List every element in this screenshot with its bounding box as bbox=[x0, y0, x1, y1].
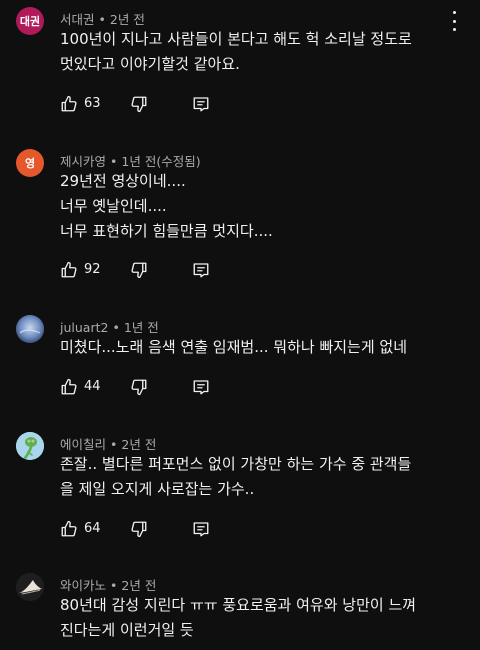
like-count: 44 bbox=[84, 379, 101, 394]
separator-dot: • bbox=[98, 12, 106, 27]
comment-actions: 92 bbox=[60, 261, 260, 283]
avatar-image bbox=[16, 432, 44, 460]
avatar[interactable] bbox=[16, 432, 44, 460]
thumbs-up-icon[interactable] bbox=[60, 378, 78, 396]
comment-line: 80년대 감성 지린다 ㅠㅠ 풍요로움과 여유와 낭만이 느껴 bbox=[60, 596, 417, 614]
comment-meta: juluart2 • 1년 전 bbox=[60, 317, 159, 336]
avatar-initials: 영 bbox=[24, 157, 36, 170]
comment-line: 진다는게 이런거일 듯 bbox=[60, 621, 194, 639]
thumbs-down-icon[interactable] bbox=[130, 520, 148, 538]
avatar-initials: 대권 bbox=[19, 15, 41, 28]
reply-icon[interactable] bbox=[192, 261, 210, 279]
avatar[interactable]: 영 bbox=[16, 149, 44, 177]
comment-time[interactable]: 1년 전(수정됨) bbox=[121, 154, 200, 169]
thumbs-down-icon[interactable] bbox=[130, 95, 148, 113]
separator-dot: • bbox=[110, 578, 118, 593]
author-name[interactable]: 와이카노 bbox=[60, 578, 106, 593]
like-count: 63 bbox=[84, 96, 101, 111]
avatar-image bbox=[16, 315, 44, 343]
author-name[interactable]: juluart2 bbox=[60, 320, 108, 335]
like-count: 92 bbox=[84, 262, 101, 277]
reply-icon[interactable] bbox=[192, 520, 210, 538]
comment-actions: 63 bbox=[60, 95, 260, 117]
comment-text: 미쳤다...노래 음색 연출 임재범... 뭐하나 빠지는게 없네 bbox=[60, 335, 460, 360]
comment-meta: 에이칠리 • 2년 전 bbox=[60, 434, 156, 453]
thumbs-down-icon[interactable] bbox=[130, 378, 148, 396]
comment-text: 100년이 지나고 사람들이 본다고 해도 헉 소리날 정도로 멋있다고 이야기… bbox=[60, 27, 460, 77]
separator-dot: • bbox=[112, 320, 120, 335]
separator-dot: • bbox=[110, 437, 118, 452]
comment-line: 미쳤다...노래 음색 연출 임재범... 뭐하나 빠지는게 없네 bbox=[60, 338, 408, 356]
separator-dot: • bbox=[110, 154, 118, 169]
reply-icon[interactable] bbox=[192, 378, 210, 396]
comment-line: 너무 표현하기 힘들만큼 멋지다.... bbox=[60, 222, 273, 240]
comment-line: 존잘.. 별다른 퍼포먼스 없이 가창만 하는 가수 중 관객들 bbox=[60, 455, 412, 473]
comment-text: 존잘.. 별다른 퍼포먼스 없이 가창만 하는 가수 중 관객들 을 제일 오지… bbox=[60, 452, 460, 502]
comment-line: 너무 옛날인데.... bbox=[60, 197, 167, 215]
comment-line: 29년전 영상이네.... bbox=[60, 172, 186, 190]
comment-meta: 서대권 • 2년 전 bbox=[60, 9, 145, 28]
comment-line: 100년이 지나고 사람들이 본다고 해도 헉 소리날 정도로 bbox=[60, 30, 412, 48]
comment-meta: 와이카노 • 2년 전 bbox=[60, 575, 156, 594]
author-name[interactable]: 에이칠리 bbox=[60, 437, 106, 452]
like-count: 64 bbox=[84, 521, 101, 536]
comment-time[interactable]: 2년 전 bbox=[121, 578, 156, 593]
comment-time[interactable]: 2년 전 bbox=[121, 437, 156, 452]
comment-line: 을 제일 오지게 사로잡는 가수.. bbox=[60, 480, 255, 498]
comment-text: 80년대 감성 지린다 ㅠㅠ 풍요로움과 여유와 낭만이 느껴 진다는게 이런거… bbox=[60, 593, 460, 643]
comment-actions: 64 bbox=[60, 520, 260, 542]
avatar[interactable] bbox=[16, 573, 44, 601]
comment-meta: 제시카영 • 1년 전(수정됨) bbox=[60, 151, 201, 170]
avatar[interactable] bbox=[16, 315, 44, 343]
thumbs-down-icon[interactable] bbox=[130, 261, 148, 279]
author-name[interactable]: 제시카영 bbox=[60, 154, 106, 169]
reply-icon[interactable] bbox=[192, 95, 210, 113]
avatar[interactable]: 대권 bbox=[16, 7, 44, 35]
comment-time[interactable]: 2년 전 bbox=[110, 12, 145, 27]
comment-list: 대권 서대권 • 2년 전 100년이 지나고 사람들이 본다고 해도 헉 소리날 … bbox=[0, 0, 480, 650]
thumbs-up-icon[interactable] bbox=[60, 261, 78, 279]
comment-actions: 44 bbox=[60, 378, 260, 400]
comment-text: 29년전 영상이네.... 너무 옛날인데.... 너무 표현하기 힘들만큼 멋… bbox=[60, 169, 460, 244]
avatar-image bbox=[16, 573, 44, 601]
thumbs-up-icon[interactable] bbox=[60, 520, 78, 538]
author-name[interactable]: 서대권 bbox=[60, 12, 95, 27]
comment-time[interactable]: 1년 전 bbox=[124, 320, 159, 335]
comment-line: 멋있다고 이야기할것 같아요. bbox=[60, 55, 240, 73]
thumbs-up-icon[interactable] bbox=[60, 95, 78, 113]
